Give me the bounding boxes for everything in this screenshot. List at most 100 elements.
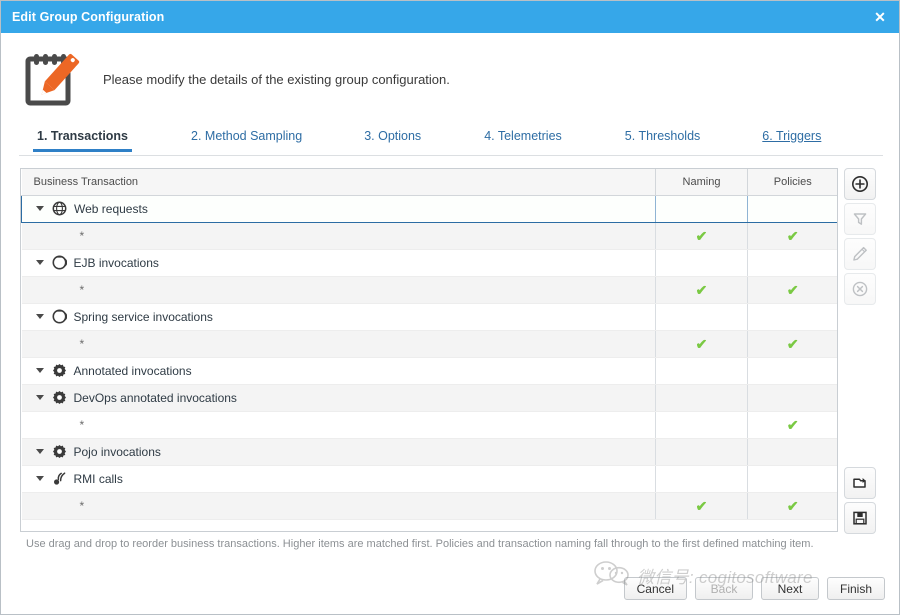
table-row[interactable]: DevOps annotated invocations — [21, 384, 837, 412]
cell-policies[interactable]: ✔ — [747, 411, 837, 439]
tab-transactions[interactable]: 1. Transactions — [32, 129, 133, 152]
expand-caret-icon[interactable] — [35, 395, 44, 400]
check-icon: ✔ — [695, 281, 708, 298]
check-icon: ✔ — [786, 281, 799, 298]
cell-naming[interactable]: ✔ — [655, 222, 748, 250]
cell-naming[interactable]: ✔ — [655, 492, 748, 520]
row-label: DevOps annotated invocations — [73, 390, 237, 405]
cell-policies[interactable]: ✔ — [747, 276, 837, 304]
table-row[interactable]: * ✔ ✔ — [21, 276, 837, 304]
filter-icon[interactable] — [844, 203, 876, 235]
cell-policies[interactable] — [747, 249, 837, 277]
gear-icon — [52, 444, 67, 459]
row-label: EJB invocations — [73, 255, 159, 270]
delete-circle-icon[interactable] — [844, 273, 876, 305]
import-folder-icon[interactable] — [844, 467, 876, 499]
row-label: Web requests — [74, 201, 148, 216]
cell-policies[interactable]: ✔ — [747, 492, 837, 520]
cell-business-transaction[interactable]: * — [21, 276, 656, 304]
tab-options[interactable]: 3. Options — [364, 129, 421, 151]
dialog-instruction: Please modify the details of the existin… — [103, 71, 450, 87]
add-circle-icon[interactable] — [844, 168, 876, 200]
cell-policies[interactable] — [747, 357, 837, 385]
table-row[interactable]: * ✔ ✔ — [21, 492, 837, 520]
expand-caret-icon[interactable] — [35, 260, 44, 265]
cell-business-transaction[interactable]: * — [21, 492, 656, 520]
gear-icon — [52, 363, 67, 378]
check-icon: ✔ — [695, 335, 708, 352]
ejb-icon — [52, 309, 67, 324]
cell-business-transaction[interactable]: Annotated invocations — [21, 357, 656, 385]
cell-naming[interactable] — [655, 465, 748, 493]
cell-naming[interactable] — [655, 384, 748, 412]
row-label: * — [79, 417, 85, 432]
cell-business-transaction[interactable]: RMI calls — [21, 465, 656, 493]
cell-naming[interactable]: ✔ — [655, 330, 748, 358]
tab-telemetries[interactable]: 4. Telemetries — [484, 129, 562, 151]
table-row[interactable]: EJB invocations — [21, 249, 837, 277]
check-icon: ✔ — [786, 227, 799, 244]
window-title: Edit Group Configuration — [12, 10, 165, 24]
cell-naming[interactable] — [655, 438, 748, 466]
cell-naming[interactable] — [655, 357, 748, 385]
cell-policies[interactable] — [747, 465, 837, 493]
cell-naming[interactable] — [655, 249, 748, 277]
table-row[interactable]: RMI calls — [21, 465, 837, 493]
row-label: * — [79, 498, 85, 513]
cell-business-transaction[interactable]: Spring service invocations — [21, 303, 656, 331]
close-icon[interactable]: ✕ — [868, 1, 892, 33]
row-label: * — [79, 282, 85, 297]
table-row[interactable]: * ✔ ✔ — [21, 330, 837, 358]
cell-business-transaction[interactable]: EJB invocations — [21, 249, 656, 277]
cell-policies[interactable] — [747, 438, 837, 466]
title-bar: Edit Group Configuration ✕ — [1, 1, 899, 33]
tab-thresholds[interactable]: 5. Thresholds — [625, 129, 701, 151]
tab-method-sampling[interactable]: 2. Method Sampling — [191, 129, 302, 151]
next-button[interactable]: Next — [760, 577, 819, 600]
table-row[interactable]: * ✔ ✔ — [21, 222, 837, 250]
cell-business-transaction[interactable]: * — [21, 411, 656, 439]
row-label: Spring service invocations — [73, 309, 213, 324]
table-header-row: Business Transaction Naming Policies — [21, 169, 837, 196]
table-row[interactable]: Pojo invocations — [21, 438, 837, 466]
expand-caret-icon[interactable] — [35, 449, 44, 454]
save-floppy-icon[interactable] — [844, 502, 876, 534]
column-header-naming[interactable]: Naming — [655, 169, 748, 196]
cell-naming[interactable] — [655, 411, 748, 439]
check-icon: ✔ — [786, 416, 799, 433]
expand-caret-icon[interactable] — [35, 314, 44, 319]
cell-business-transaction[interactable]: * — [21, 222, 656, 250]
table-row[interactable]: Web requests — [21, 194, 837, 223]
table-toolbar-top — [844, 168, 876, 305]
cell-business-transaction[interactable]: Pojo invocations — [21, 438, 656, 466]
cell-naming[interactable]: ✔ — [655, 276, 748, 304]
column-header-business-transaction[interactable]: Business Transaction — [21, 169, 656, 196]
cell-policies[interactable] — [747, 303, 837, 331]
column-header-policies[interactable]: Policies — [747, 169, 837, 196]
cell-naming[interactable] — [655, 303, 748, 331]
check-icon: ✔ — [695, 497, 708, 514]
cell-policies[interactable]: ✔ — [747, 222, 837, 250]
edit-pencil-icon[interactable] — [844, 238, 876, 270]
ejb-icon — [52, 255, 67, 270]
cell-policies[interactable]: ✔ — [747, 330, 837, 358]
expand-caret-icon[interactable] — [36, 206, 44, 211]
cancel-button[interactable]: Cancel — [623, 577, 687, 600]
cell-business-transaction[interactable]: DevOps annotated invocations — [21, 384, 656, 412]
finish-button[interactable]: Finish — [826, 577, 885, 600]
cell-policies[interactable] — [747, 194, 837, 223]
table-row[interactable]: * ✔ — [21, 411, 837, 439]
cell-policies[interactable] — [747, 384, 837, 412]
expand-caret-icon[interactable] — [35, 368, 44, 373]
check-icon: ✔ — [786, 497, 799, 514]
table-row[interactable]: Annotated invocations — [21, 357, 837, 385]
tab-triggers[interactable]: 6. Triggers — [762, 129, 821, 151]
check-icon: ✔ — [695, 227, 708, 244]
cell-business-transaction[interactable]: * — [21, 330, 656, 358]
cell-naming[interactable] — [655, 194, 748, 223]
globe-icon — [52, 201, 67, 216]
cell-business-transaction[interactable]: Web requests — [21, 194, 656, 223]
table-row[interactable]: Spring service invocations — [21, 303, 837, 331]
row-label: RMI calls — [73, 471, 123, 486]
expand-caret-icon[interactable] — [35, 476, 44, 481]
